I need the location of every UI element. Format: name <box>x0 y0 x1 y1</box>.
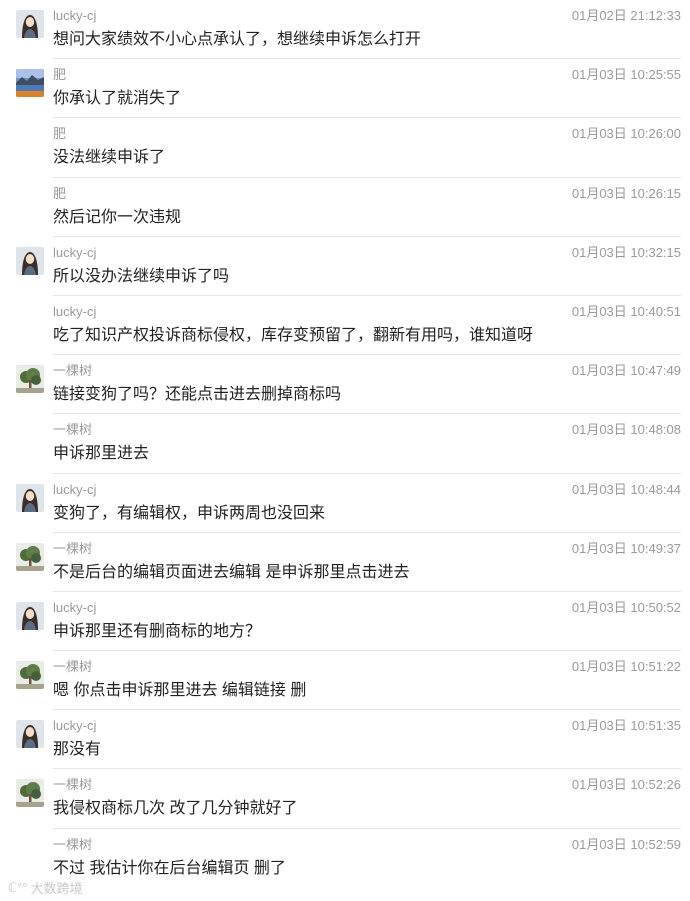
chat-message-list: lucky-cj 01月02日 21:12:33 想问大家绩效不小心点承认了，想… <box>0 0 690 888</box>
sender-name: lucky-cj <box>53 481 97 497</box>
avatar-tree[interactable] <box>16 779 44 808</box>
message-time: 01月03日 10:26:00 <box>571 126 681 142</box>
message-text: 不是后台的编辑页面进去编辑 是申诉那里点击进去 <box>53 563 410 581</box>
message-text: 然后记你一次违规 <box>53 208 182 226</box>
watermark-logo-icon: ℂ°° <box>8 879 28 895</box>
avatar-girl[interactable] <box>16 601 44 630</box>
message-time: 01月02日 21:12:33 <box>571 8 681 23</box>
sender-name: lucky-cj <box>53 599 97 615</box>
message-text: 链接变狗了吗？还能点击进去删掉商标吗 <box>53 386 342 404</box>
avatar-girl[interactable] <box>16 10 44 38</box>
chat-message: 一棵树 01月03日 10:52:26 我侵权商标几次 改了几分钟就好了 <box>0 769 690 829</box>
avatar-tree[interactable] <box>16 542 44 571</box>
sender-name: 肥 <box>53 67 67 83</box>
sender-name: 肥 <box>53 126 67 142</box>
chat-message: 肥 01月03日 10:26:15 然后记你一次违规 <box>0 178 690 237</box>
watermark: ℂ°° 大数跨境 <box>8 878 83 897</box>
message-text: 嗯 你点击申诉那里进去 编辑链接 删 <box>53 682 307 700</box>
message-time: 01月03日 10:40:51 <box>571 303 681 319</box>
avatar-girl[interactable] <box>16 246 44 275</box>
message-time: 01月03日 10:48:08 <box>571 422 681 438</box>
message-time: 01月03日 10:32:15 <box>571 244 681 260</box>
message-text: 你承认了就消失了 <box>53 90 182 108</box>
avatar-girl[interactable] <box>16 483 44 512</box>
message-text: 想问大家绩效不小心点承认了，想继续申诉怎么打开 <box>53 31 422 48</box>
chat-message: 一棵树 01月03日 10:48:08 申诉那里进去 <box>0 414 690 474</box>
avatar-tree[interactable] <box>16 661 44 690</box>
message-text: 没法继续申诉了 <box>53 149 166 167</box>
message-text: 变狗了，有编辑权，申诉两周也没回来 <box>53 504 326 522</box>
message-text: 申诉那里还有删商标的地方？ <box>53 622 262 640</box>
message-time: 01月03日 10:47:49 <box>571 363 681 379</box>
sender-name: lucky-cj <box>53 718 97 734</box>
chat-message: 一棵树 01月03日 10:47:49 链接变狗了吗？还能点击进去删掉商标吗 <box>0 355 690 415</box>
message-time: 01月03日 10:48:44 <box>571 481 681 497</box>
chat-message: lucky-cj 01月03日 10:51:35 那没有 <box>0 710 690 770</box>
message-time: 01月03日 10:52:26 <box>571 777 681 793</box>
chat-message: lucky-cj 01月02日 21:12:33 想问大家绩效不小心点承认了，想… <box>0 0 690 60</box>
message-time: 01月03日 10:52:59 <box>571 836 681 852</box>
avatar-girl[interactable] <box>16 720 44 749</box>
message-text: 那没有 <box>53 741 102 759</box>
chat-message: lucky-cj 01月03日 10:50:52 申诉那里还有删商标的地方？ <box>0 592 690 652</box>
sender-name: lucky-cj <box>53 303 97 319</box>
sender-name: 肥 <box>53 185 67 201</box>
message-text: 我侵权商标几次 改了几分钟就好了 <box>53 800 298 818</box>
chat-message: 一棵树 01月03日 10:49:37 不是后台的编辑页面进去编辑 是申诉那里点… <box>0 533 690 592</box>
message-text: 申诉那里进去 <box>53 445 150 463</box>
message-time: 01月03日 10:51:35 <box>571 718 681 734</box>
sender-name: lucky-cj <box>53 244 97 260</box>
chat-message: lucky-cj 01月03日 10:40:51 吃了知识产权投诉商标侵权，库存… <box>0 296 690 356</box>
sender-name: lucky-cj <box>53 8 97 23</box>
chat-message: lucky-cj 01月03日 10:48:44 变狗了，有编辑权，申诉两周也没… <box>0 474 690 533</box>
chat-message: lucky-cj 01月03日 10:32:15 所以没办法继续申诉了吗 <box>0 237 690 296</box>
message-time: 01月03日 10:49:37 <box>571 540 681 556</box>
watermark-text: 大数跨境 <box>30 881 83 896</box>
sender-name: 一棵树 <box>53 540 93 556</box>
avatar-tree[interactable] <box>16 365 44 394</box>
message-text: 不过 我估计你在后台编辑页 删了 <box>53 859 286 877</box>
chat-message: 一棵树 01月03日 10:52:59 不过 我估计你在后台编辑页 删了 <box>0 829 690 888</box>
chat-message: 一棵树 01月03日 10:51:22 嗯 你点击申诉那里进去 编辑链接 删 <box>0 651 690 711</box>
sender-name: 一棵树 <box>53 422 93 438</box>
sender-name: 一棵树 <box>53 836 93 852</box>
message-time: 01月03日 10:50:52 <box>571 599 681 615</box>
sender-name: 一棵树 <box>53 777 93 793</box>
message-text: 所以没办法继续申诉了吗 <box>53 267 230 285</box>
sender-name: 一棵树 <box>53 363 93 379</box>
message-text: 吃了知识产权投诉商标侵权，库存变预留了，翻新有用吗，谁知道呀 <box>53 326 534 344</box>
chat-message: 肥 01月03日 10:25:55 你承认了就消失了 <box>0 59 690 119</box>
avatar-lake[interactable] <box>16 69 44 98</box>
chat-message: 肥 01月03日 10:26:00 没法继续申诉了 <box>0 118 690 178</box>
message-time: 01月03日 10:26:15 <box>571 185 681 201</box>
message-time: 01月03日 10:51:22 <box>571 659 681 675</box>
sender-name: 一棵树 <box>53 659 93 675</box>
message-time: 01月03日 10:25:55 <box>571 67 681 83</box>
